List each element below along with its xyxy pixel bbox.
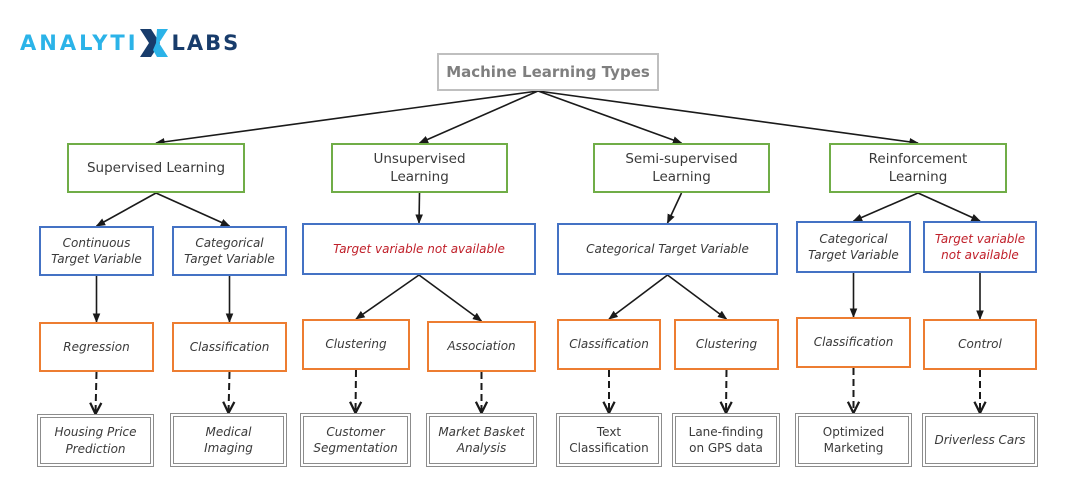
root-label: Machine Learning Types [446, 62, 650, 81]
task-clustering: Clustering [674, 319, 779, 370]
example-label: Optimized Marketing [822, 424, 885, 455]
example-lane-finding-gps: Lane-finding on GPS data [672, 413, 780, 467]
target-continuous: Continuous Target Variable [39, 226, 154, 276]
connector-root-to-semi [537, 90, 683, 144]
connector-t3-to-k4 [418, 274, 483, 322]
target-label: Target variable not available [934, 231, 1026, 262]
connector-rl-to-t5 [852, 192, 919, 222]
dashed-connector-k2-to-e2 [229, 371, 230, 413]
dashed-connector-k3-to-e3 [356, 369, 357, 413]
target-label: Target variable not available [333, 241, 505, 256]
example-label: Customer Segmentation [313, 424, 398, 455]
target-label: Categorical Target Variable [808, 231, 899, 262]
target-not-available: Target variable not available [302, 223, 536, 275]
target-label: Continuous Target Variable [51, 235, 142, 266]
target-categorical: Categorical Target Variable [557, 223, 778, 275]
dashed-connector-k1-to-e1 [96, 371, 97, 414]
category-reinforcement-learning: Reinforcement Learning [829, 143, 1007, 193]
target-not-available: Target variable not available [923, 221, 1037, 273]
target-label: Categorical Target Variable [184, 235, 275, 266]
x-mark-logo-icon [138, 28, 170, 58]
example-driverless-cars: Driverless Cars [922, 413, 1038, 467]
example-optimized-marketing: Optimized Marketing [795, 413, 912, 467]
task-control: Control [923, 319, 1037, 370]
connector-sup-to-t2 [155, 192, 231, 227]
example-housing-price-prediction: Housing Price Prediction [37, 414, 154, 467]
connector-t4-to-k5 [608, 274, 668, 320]
task-classification: Classification [172, 322, 287, 372]
connector-t3-to-k3 [355, 274, 420, 320]
example-label: Driverless Cars [934, 432, 1026, 447]
ml-types-diagram: ANALYTI LABS Machine Learning Types Supe… [0, 0, 1071, 500]
task-label: Clustering [695, 337, 758, 352]
category-label: Supervised Learning [86, 159, 226, 176]
task-label: Classification [189, 339, 270, 354]
logo-text-labs: LABS [171, 31, 241, 55]
category-label: Semi-supervised Learning [625, 150, 738, 185]
root-node: Machine Learning Types [437, 53, 659, 91]
task-label: Control [958, 337, 1002, 352]
example-label: Market Basket Analysis [438, 424, 525, 455]
example-text-classification: Text Classification [556, 413, 662, 467]
analytixlabs-logo: ANALYTI LABS [20, 28, 240, 58]
example-market-basket-analysis: Market Basket Analysis [426, 413, 537, 467]
connector-root-to-rl [537, 90, 919, 146]
logo-text-analyti: ANALYTI [20, 31, 139, 55]
connector-unsup-to-t3 [415, 192, 423, 224]
example-label: Medical Imaging [204, 424, 253, 455]
category-label: Unsupervised Learning [373, 150, 466, 185]
task-clustering: Clustering [302, 319, 410, 370]
task-association: Association [427, 321, 536, 372]
example-label: Text Classification [569, 424, 649, 455]
connector-rl-to-t6 [917, 192, 981, 222]
target-categorical: Categorical Target Variable [796, 221, 911, 273]
task-regression: Regression [39, 322, 154, 372]
task-label: Clustering [325, 337, 387, 352]
category-supervised-learning: Supervised Learning [67, 143, 245, 193]
example-label: Housing Price Prediction [54, 425, 137, 456]
example-medical-imaging: Medical Imaging [170, 413, 287, 467]
task-label: Classification [813, 335, 894, 350]
task-classification: Classification [796, 317, 911, 368]
category-unsupervised-learning: Unsupervised Learning [331, 143, 508, 193]
connector-semi-to-t4 [666, 192, 683, 224]
target-label: Categorical Target Variable [586, 241, 749, 256]
category-label: Reinforcement Learning [868, 150, 968, 185]
example-customer-segmentation: Customer Segmentation [300, 413, 411, 467]
category-semi-supervised-learning: Semi-supervised Learning [593, 143, 770, 193]
task-label: Regression [63, 339, 130, 354]
task-classification: Classification [557, 319, 661, 370]
connector-t4-to-k6 [667, 274, 728, 320]
dashed-connector-k6-to-e6 [726, 369, 727, 413]
example-label: Lane-finding on GPS data [688, 424, 764, 455]
task-label: Association [447, 339, 516, 354]
connector-sup-to-t1 [95, 192, 157, 227]
task-label: Classification [569, 337, 649, 352]
target-categorical: Categorical Target Variable [172, 226, 287, 276]
